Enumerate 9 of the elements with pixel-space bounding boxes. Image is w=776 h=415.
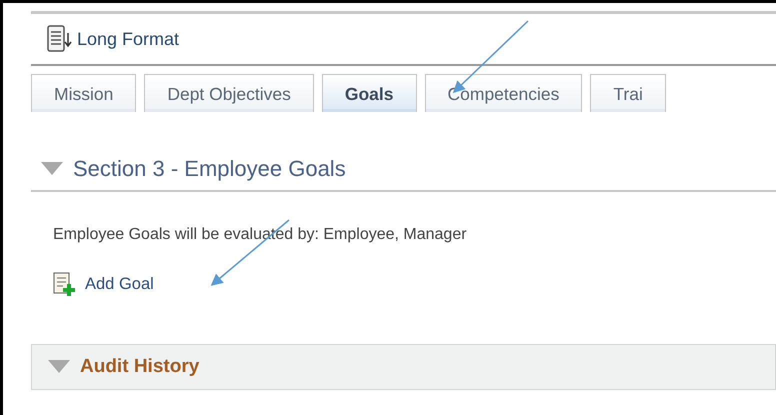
tab[interactable]: Goals: [322, 74, 416, 112]
tab[interactable]: Competencies: [424, 74, 582, 112]
tab[interactable]: Trai: [590, 74, 666, 112]
section-title: Section 3 - Employee Goals: [73, 156, 346, 182]
tab[interactable]: Dept Objectives: [144, 74, 314, 112]
tab[interactable]: Mission: [31, 74, 136, 112]
long-format-link[interactable]: Long Format: [77, 28, 180, 50]
audit-history-title[interactable]: Audit History: [80, 356, 200, 378]
add-goal-link[interactable]: Add Goal: [85, 274, 154, 294]
